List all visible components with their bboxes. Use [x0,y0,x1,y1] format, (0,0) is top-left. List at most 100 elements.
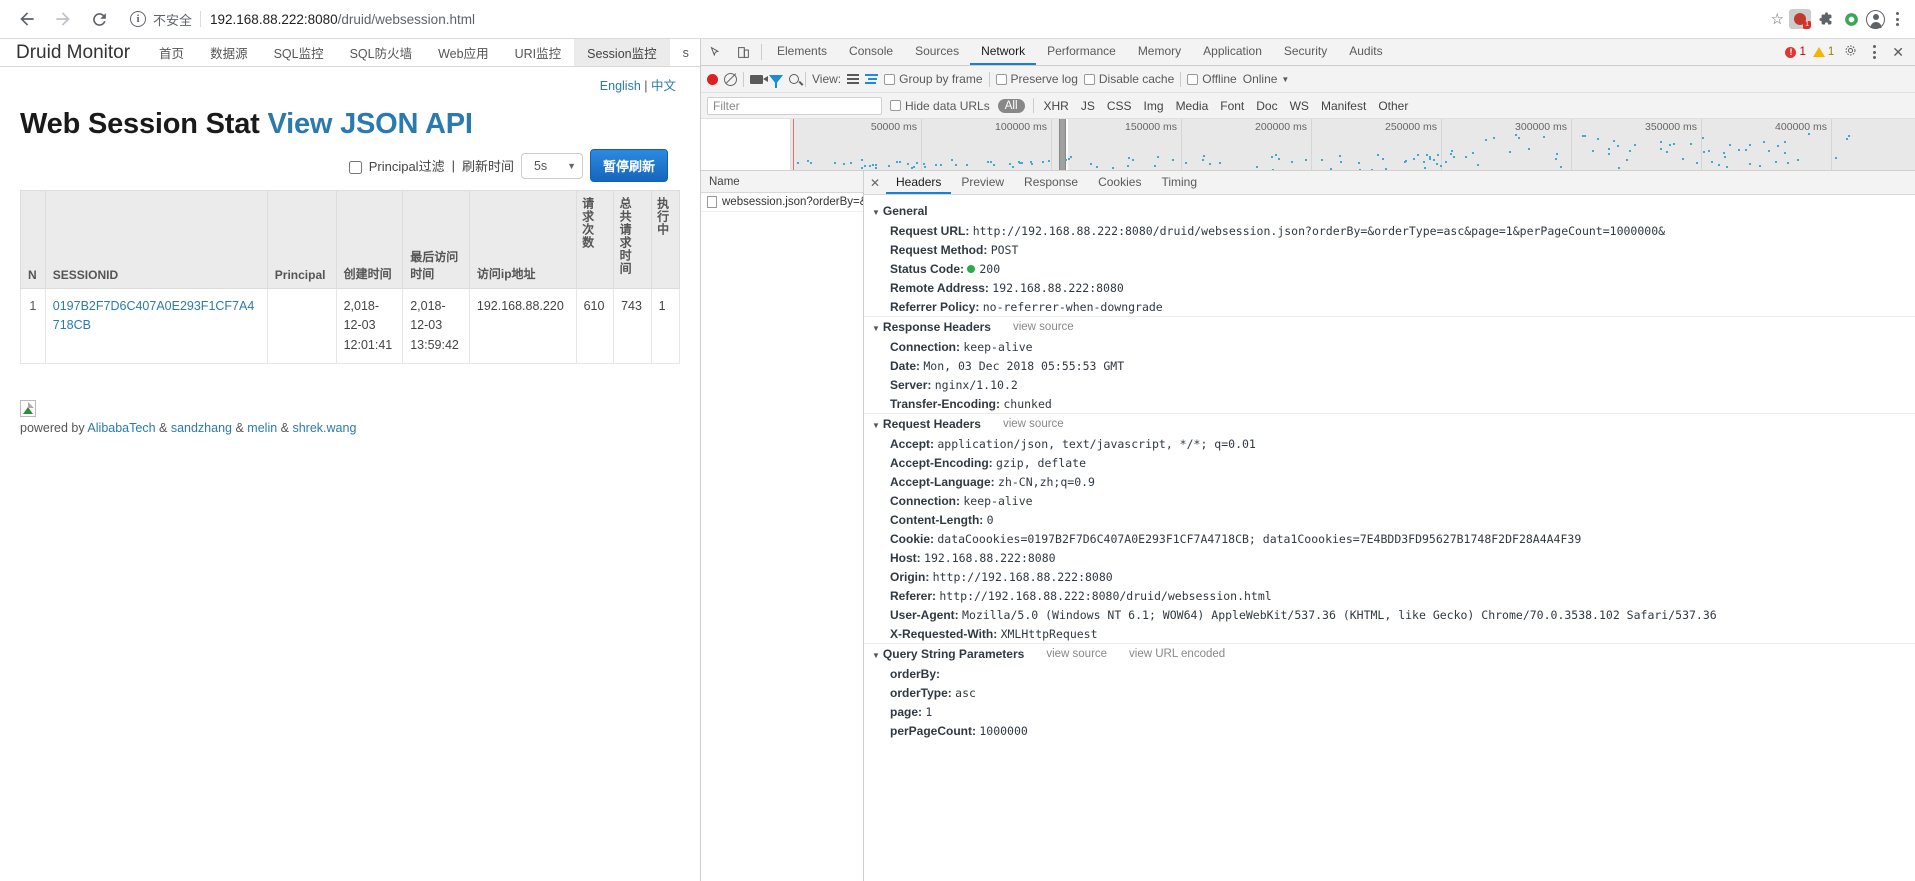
list-view-icon[interactable] [847,74,860,84]
resource-filter-js[interactable]: JS [1079,99,1097,113]
list-item[interactable]: websession.json?orderBy=&or... [701,193,863,212]
extension-badge-icon[interactable]: 1 [1789,9,1811,29]
tab-security[interactable]: Security [1273,39,1338,65]
view-source-link[interactable]: view source [1003,418,1064,430]
tab-application[interactable]: Application [1192,39,1273,65]
extension-green-icon[interactable] [1841,9,1861,29]
nav-tab-session-monitor[interactable]: Session监控 [574,39,670,66]
resource-filter-doc[interactable]: Doc [1254,99,1279,113]
detail-tab-preview[interactable]: Preview [951,171,1014,194]
nav-tab-home[interactable]: 首页 [146,39,197,66]
resource-filter-other[interactable]: Other [1376,99,1410,113]
col-header-running[interactable]: 执行中 [650,190,681,289]
filter-funnel-icon[interactable] [769,74,783,88]
clear-icon[interactable] [724,72,737,86]
reload-icon[interactable] [82,2,116,36]
hide-data-urls-option[interactable]: Hide data URLs [890,99,990,113]
section-response-headers[interactable]: ▼ Response Headers view source [864,316,1915,337]
col-header-create-time[interactable]: 创建时间 [335,190,404,289]
tab-memory[interactable]: Memory [1127,39,1192,65]
search-icon[interactable] [789,74,799,84]
device-toolbar-icon[interactable] [729,39,757,65]
view-json-api-link[interactable]: View JSON API [267,108,473,140]
col-header-n[interactable]: N [20,190,46,289]
bookmark-star-icon[interactable]: ☆ [1771,10,1784,28]
col-header-ip[interactable]: 访问ip地址 [468,190,577,289]
warning-count-badge[interactable]: 1 [1812,46,1834,58]
nav-tab-sql-firewall[interactable]: SQL防火墙 [337,39,426,66]
overview-graph[interactable]: 50000 ms 100000 ms 150000 ms 200000 ms 2… [791,119,1915,170]
detail-tab-response[interactable]: Response [1014,171,1088,194]
nav-tab-sql-monitor[interactable]: SQL监控 [261,39,337,66]
nav-tab-spring[interactable]: s [670,39,700,66]
col-header-request-count[interactable]: 请求次数 [575,190,615,289]
gear-icon[interactable] [1841,44,1860,60]
extension-puzzle-icon[interactable] [1816,9,1836,29]
section-request-headers[interactable]: ▼ Request Headers view source [864,413,1915,434]
col-header-principal[interactable]: Principal [266,190,337,289]
resource-filter-img[interactable]: Img [1142,99,1166,113]
nav-tab-uri-monitor[interactable]: URI监控 [502,39,575,66]
view-source-link[interactable]: view source [1046,648,1107,660]
resource-filter-xhr[interactable]: XHR [1042,99,1071,113]
tab-elements[interactable]: Elements [766,39,838,65]
lang-chinese-link[interactable]: 中文 [651,79,676,93]
disable-cache-option[interactable]: Disable cache [1083,72,1174,86]
network-overview-timeline[interactable]: 50000 ms 100000 ms 150000 ms 200000 ms 2… [701,119,1915,171]
detail-tab-headers[interactable]: Headers [886,171,952,194]
offline-option[interactable]: Offline [1187,72,1237,86]
lang-english-link[interactable]: English [600,79,641,93]
nav-tab-web-app[interactable]: Web应用 [425,39,501,66]
capture-screenshots-icon[interactable] [750,74,768,84]
table-row[interactable]: 1 0197B2F7D6C407A0E293F1CF7A4718CB 2,018… [20,287,681,365]
overview-selection-handle[interactable] [1059,119,1066,170]
waterfall-view-icon[interactable] [865,74,879,84]
footer-link-shrekwang[interactable]: shrek.wang [292,421,356,435]
view-url-encoded-link[interactable]: view URL encoded [1129,648,1225,660]
principal-filter-checkbox[interactable] [349,161,363,175]
section-general[interactable]: ▼ General [864,201,1915,221]
tab-audits[interactable]: Audits [1338,39,1393,65]
view-source-link[interactable]: view source [1013,321,1074,333]
refresh-interval-select[interactable]: 5s ▼ [520,152,583,179]
close-detail-icon[interactable]: ✕ [864,171,886,194]
detail-tab-cookies[interactable]: Cookies [1088,171,1151,194]
devtools-more-icon[interactable] [1867,41,1882,63]
col-header-last-access-time[interactable]: 最后访问时间 [402,190,470,289]
error-count-badge[interactable]: ! 1 [1785,46,1806,58]
pause-refresh-button[interactable]: 暂停刷新 [589,149,668,182]
throttling-select[interactable]: Online ▼ [1243,72,1290,86]
avatar[interactable] [1866,9,1885,29]
inspect-element-icon[interactable] [701,39,729,65]
footer-link-sandzhang[interactable]: sandzhang [171,421,232,435]
section-query-string[interactable]: ▼ Query String Parameters view source vie… [864,643,1915,664]
back-arrow-icon[interactable] [10,2,44,36]
tab-performance[interactable]: Performance [1036,39,1127,65]
resource-filter-ws[interactable]: WS [1288,99,1311,113]
kebab-menu-icon[interactable] [1890,8,1905,30]
tab-console[interactable]: Console [838,39,904,65]
info-circle-icon[interactable]: i [130,11,146,27]
nav-tab-datasource[interactable]: 数据源 [197,39,261,66]
request-list-header[interactable]: Name [701,171,863,193]
preserve-log-option[interactable]: Preserve log [995,72,1078,86]
address-bar[interactable]: i 不安全 192.168.88.222:8080/druid/websessi… [122,5,1761,33]
resource-filter-all[interactable]: All [997,98,1025,113]
principal-filter-label[interactable]: Principal过滤 [349,156,445,175]
col-header-total-request-time[interactable]: 总共请求时间 [613,190,652,289]
resource-filter-css[interactable]: CSS [1105,99,1134,113]
group-by-frame-checkbox[interactable] [884,73,896,85]
filter-input[interactable]: Filter [707,96,882,115]
record-button-icon[interactable] [707,73,718,85]
disable-cache-checkbox[interactable] [1083,73,1095,85]
footer-link-alibabatech[interactable]: AlibabaTech [87,421,155,435]
tab-sources[interactable]: Sources [904,39,970,65]
detail-tab-timing[interactable]: Timing [1151,171,1207,194]
col-header-sessionid[interactable]: SESSIONID [44,190,268,289]
forward-arrow-icon[interactable] [46,2,80,36]
resource-filter-font[interactable]: Font [1218,99,1246,113]
offline-checkbox[interactable] [1187,73,1199,85]
preserve-log-checkbox[interactable] [995,73,1007,85]
hide-data-urls-checkbox[interactable] [890,100,901,111]
resource-filter-media[interactable]: Media [1174,99,1211,113]
